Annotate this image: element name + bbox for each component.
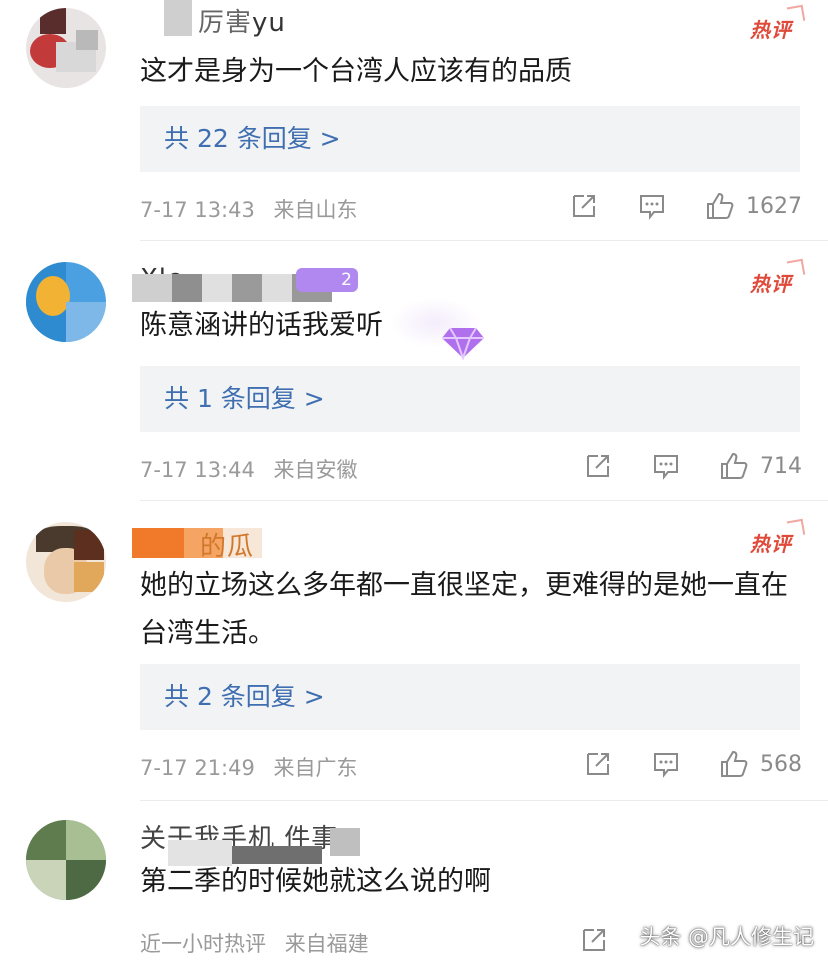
watermark: 头条 @凡人修生记 [639, 925, 814, 949]
diamond-icon [440, 322, 486, 364]
divider [140, 800, 828, 801]
avatar[interactable] [26, 820, 106, 900]
like-count: 714 [760, 453, 802, 479]
comment-meta: 7-17 13:44 来自安徽 [140, 454, 358, 484]
view-replies-button[interactable]: 共 22 条回复 > [140, 106, 800, 172]
comment-meta: 近一小时热评 来自福建 [140, 928, 369, 958]
like-count: 568 [760, 751, 802, 777]
comment-meta: 7-17 13:43 来自山东 [140, 194, 358, 224]
username-blur [164, 0, 192, 36]
action-bar [542, 922, 610, 958]
share-icon[interactable] [582, 450, 614, 482]
divider [140, 500, 828, 501]
action-bar: 714 [546, 448, 802, 484]
username[interactable]: 厉害yu [198, 2, 286, 39]
avatar[interactable] [26, 522, 106, 602]
comment-meta: 7-17 21:49 来自广东 [140, 752, 358, 782]
action-bar: 1627 [532, 188, 802, 224]
comment-icon[interactable] [650, 748, 682, 780]
hot-comment-badge: 热评 [750, 528, 792, 557]
location: 来自广东 [273, 756, 358, 780]
thumbs-up-icon[interactable] [718, 450, 750, 482]
divider [140, 240, 828, 241]
comment-text: 她的立场这么多年都一直很坚定，更难得的是她一直在台湾生活。 [140, 570, 788, 649]
location: 来自山东 [273, 198, 358, 222]
level-badge: 2 [296, 268, 358, 292]
hot-comment-badge: 热评 [750, 268, 792, 297]
timestamp: 7-17 13:43 [140, 198, 255, 222]
share-icon[interactable] [578, 924, 610, 956]
thumbs-up-icon[interactable] [718, 748, 750, 780]
timestamp: 7-17 21:49 [140, 756, 255, 780]
location: 来自安徽 [273, 458, 358, 482]
action-bar: 568 [546, 746, 802, 782]
timestamp: 7-17 13:44 [140, 458, 255, 482]
avatar[interactable] [26, 8, 106, 88]
comment-text: 第二季的时候她就这么说的啊 [140, 866, 491, 897]
view-replies-button[interactable]: 共 2 条回复 > [140, 664, 800, 730]
comment-icon[interactable] [650, 450, 682, 482]
share-icon[interactable] [582, 748, 614, 780]
username-blur [330, 828, 360, 856]
like-count: 1627 [746, 193, 802, 219]
view-replies-button[interactable]: 共 1 条回复 > [140, 366, 800, 432]
username[interactable]: 的瓜 [200, 526, 254, 563]
hot-comment-badge: 热评 [750, 14, 792, 43]
location: 来自福建 [284, 932, 369, 956]
share-icon[interactable] [568, 190, 600, 222]
comment-text: 这才是身为一个台湾人应该有的品质 [140, 56, 572, 87]
timestamp: 近一小时热评 [140, 932, 266, 956]
comment-icon[interactable] [636, 190, 668, 222]
avatar[interactable] [26, 262, 106, 342]
thumbs-up-icon[interactable] [704, 190, 736, 222]
